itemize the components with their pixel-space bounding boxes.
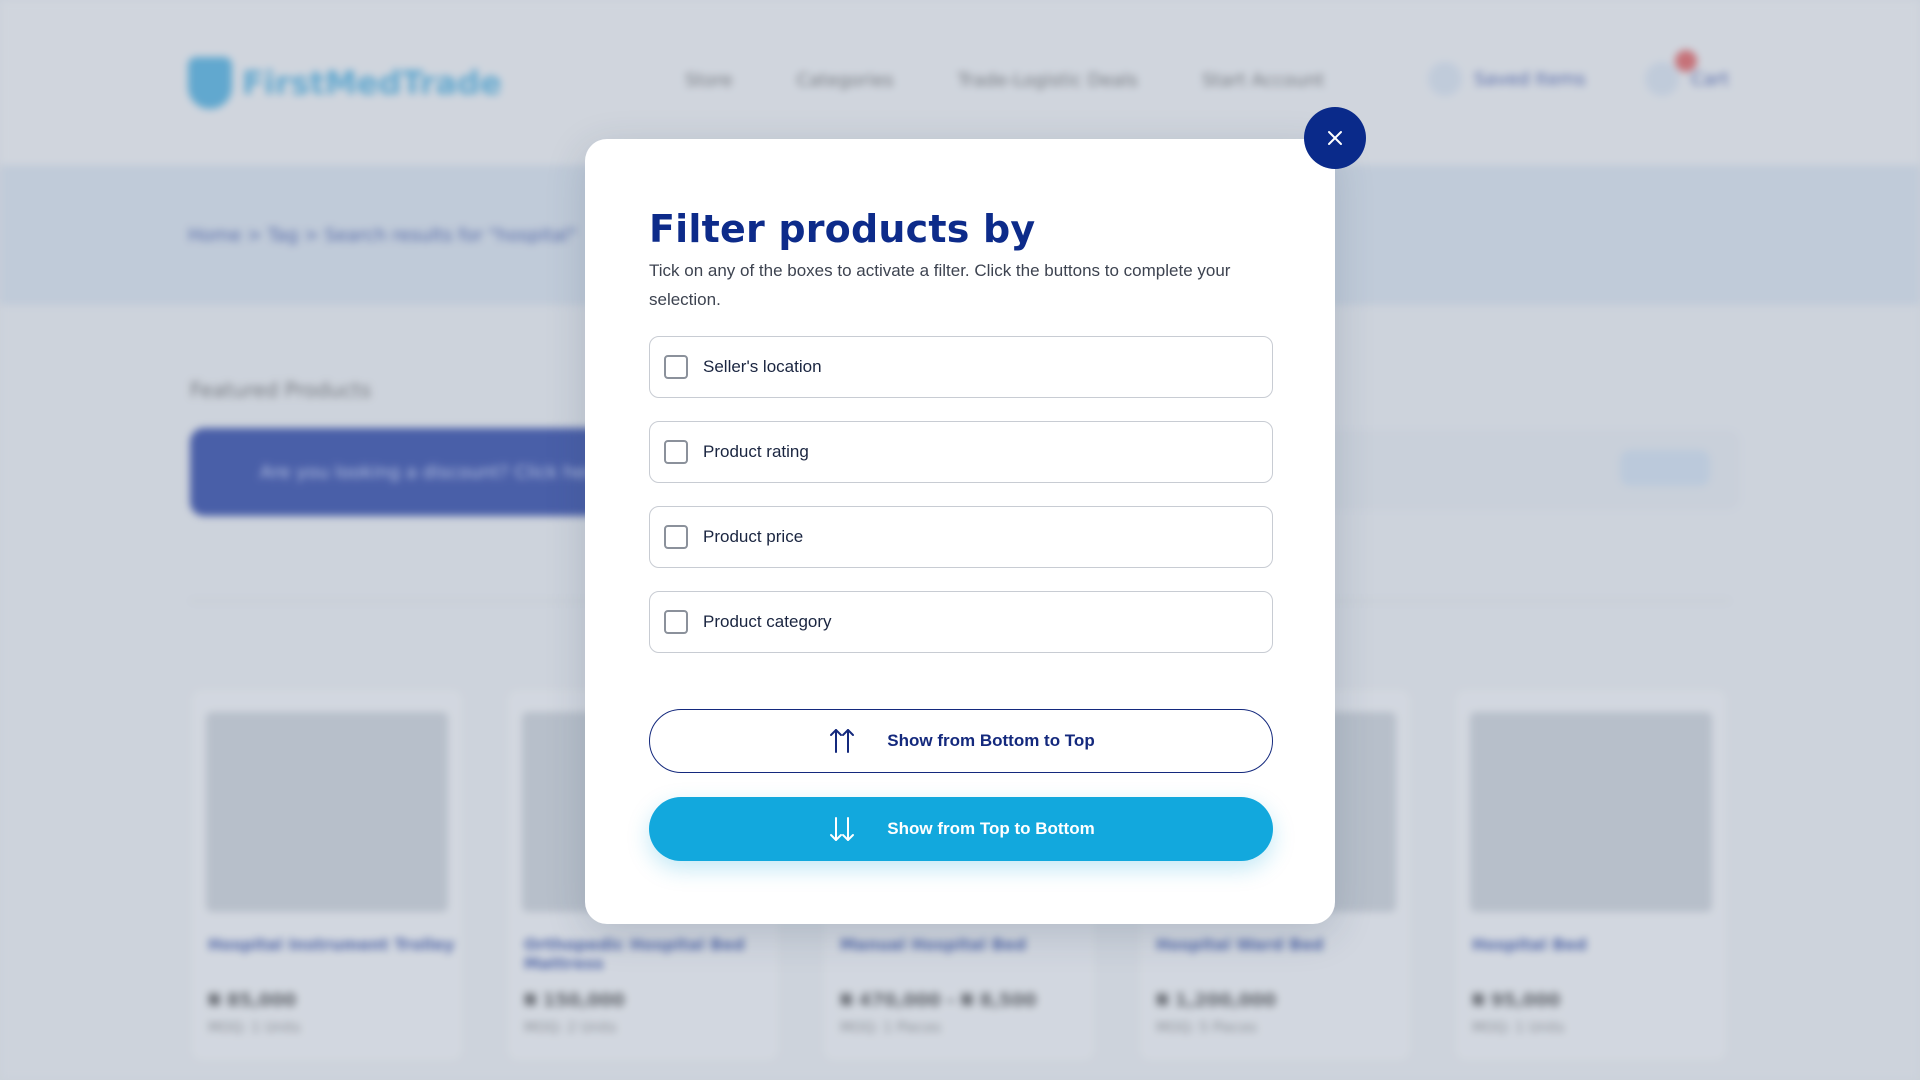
filter-option-label: Product price bbox=[703, 527, 804, 546]
sort-ascending-arrows-icon bbox=[827, 726, 857, 756]
checkbox[interactable] bbox=[664, 440, 688, 464]
sort-top-to-bottom-label: Show from Top to Bottom bbox=[887, 819, 1095, 838]
filter-option-product-rating[interactable]: Product rating bbox=[649, 421, 1273, 483]
checkbox[interactable] bbox=[664, 525, 688, 549]
checkbox[interactable] bbox=[664, 610, 688, 634]
sort-bottom-to-top-label: Show from Bottom to Top bbox=[887, 731, 1095, 750]
close-modal-button[interactable] bbox=[1304, 107, 1366, 169]
filter-option-label: Product category bbox=[703, 612, 832, 631]
close-icon bbox=[1326, 129, 1344, 147]
sort-top-to-bottom-button[interactable]: Show from Top to Bottom bbox=[649, 797, 1273, 861]
sort-descending-arrows-icon bbox=[827, 814, 857, 844]
filter-option-label: Seller's location bbox=[703, 357, 822, 376]
filter-option-product-category[interactable]: Product category bbox=[649, 591, 1273, 653]
sort-bottom-to-top-button[interactable]: Show from Bottom to Top bbox=[649, 709, 1273, 773]
modal-title: Filter products by bbox=[649, 207, 1036, 251]
filter-option-product-price[interactable]: Product price bbox=[649, 506, 1273, 568]
filter-modal: Filter products by Tick on any of the bo… bbox=[585, 139, 1335, 924]
modal-description: Tick on any of the boxes to activate a f… bbox=[649, 261, 1231, 309]
filter-option-seller-location[interactable]: Seller's location bbox=[649, 336, 1273, 398]
checkbox[interactable] bbox=[664, 355, 688, 379]
filter-option-label: Product rating bbox=[703, 442, 809, 461]
